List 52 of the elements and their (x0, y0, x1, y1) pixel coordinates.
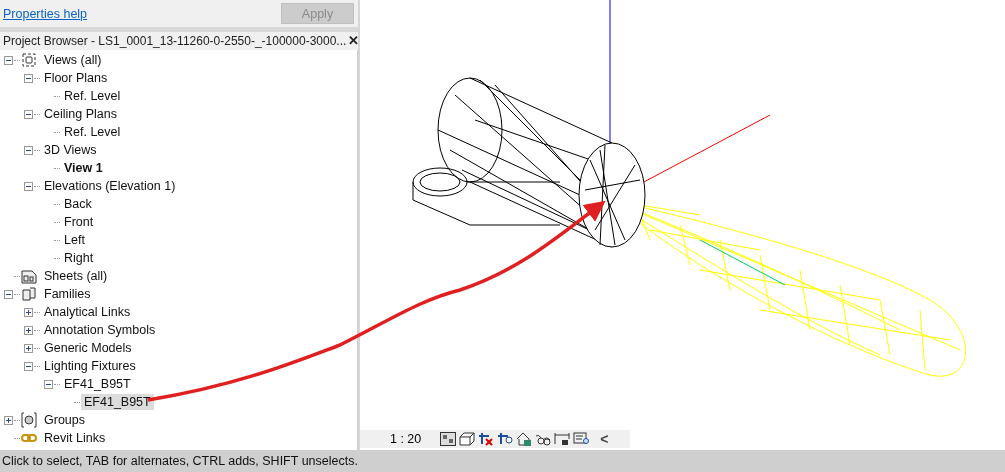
tree-item[interactable]: Generic Models (41, 340, 135, 356)
expand-toggle[interactable] (24, 343, 33, 353)
lock-icon[interactable] (554, 432, 571, 446)
status-bar: Click to select, TAB for alternates, CTRL adds, SHIFT unselects. (0, 450, 1005, 472)
collapse-toggle[interactable] (24, 145, 33, 155)
tree-item[interactable]: Revit Links (41, 430, 109, 446)
tree-item[interactable]: Families (41, 286, 94, 302)
collapse-toggle[interactable] (4, 55, 13, 65)
tree-item[interactable]: Left (61, 232, 88, 248)
panel-title: Project Browser - LS1_0001_13-11260-0-2550-_-100000-3000... (3, 34, 347, 48)
tree-item[interactable]: EF41_B95T (61, 376, 134, 392)
tree-item[interactable]: View 1 (61, 160, 106, 176)
tree-item[interactable]: Annotation Symbols (41, 322, 159, 338)
tree-item[interactable]: Ceiling Plans (41, 106, 120, 122)
collapse-toggle[interactable] (24, 361, 33, 371)
sheet-icon (21, 268, 37, 284)
glasses-icon[interactable] (535, 432, 552, 446)
tree-item[interactable]: Groups (41, 412, 88, 428)
expand-toggle[interactable] (24, 325, 33, 335)
tree-item[interactable]: Floor Plans (41, 70, 111, 86)
hide-crop-icon[interactable] (478, 432, 495, 446)
tree-item[interactable]: Back (61, 196, 95, 212)
tree-item[interactable]: Elevations (Elevation 1) (41, 178, 179, 194)
tree-item[interactable]: Ref. Level (61, 88, 124, 104)
collapse-toggle[interactable] (4, 289, 13, 299)
cube-icon[interactable] (459, 432, 476, 446)
tree-item[interactable]: Views (all) (41, 52, 105, 68)
tree-item[interactable]: Analytical Links (41, 304, 134, 320)
house-lock-icon[interactable] (516, 432, 533, 446)
group-icon (21, 412, 37, 428)
tree-item[interactable]: Right (61, 250, 97, 266)
collapse-toggle[interactable] (24, 73, 33, 83)
expand-toggle[interactable] (4, 415, 13, 425)
tree-item[interactable]: Sheets (all) (41, 268, 111, 284)
tree-item[interactable]: EF41_B95T (81, 394, 154, 410)
scale-label[interactable]: 1 : 20 (390, 432, 422, 446)
collapse-toggle[interactable] (24, 181, 33, 191)
expand-toggle[interactable] (24, 307, 33, 317)
tree-item[interactable]: Ref. Level (61, 124, 124, 140)
crop-region-icon[interactable] (497, 432, 514, 446)
detail-level-icon[interactable] (440, 432, 457, 446)
collapse-toggle[interactable] (24, 109, 33, 119)
close-button[interactable]: ✕ (346, 34, 362, 48)
tree-item[interactable]: Front (61, 214, 97, 230)
properties-help-link[interactable]: Properties help (3, 6, 88, 21)
views-icon (21, 52, 37, 68)
family-icon (21, 286, 37, 302)
tree-item[interactable]: Lighting Fixtures (41, 358, 139, 374)
collapse-button[interactable]: < (596, 431, 613, 447)
collapse-toggle[interactable] (44, 379, 53, 389)
tree-item[interactable]: 3D Views (41, 142, 100, 158)
display-icon[interactable] (573, 432, 590, 446)
